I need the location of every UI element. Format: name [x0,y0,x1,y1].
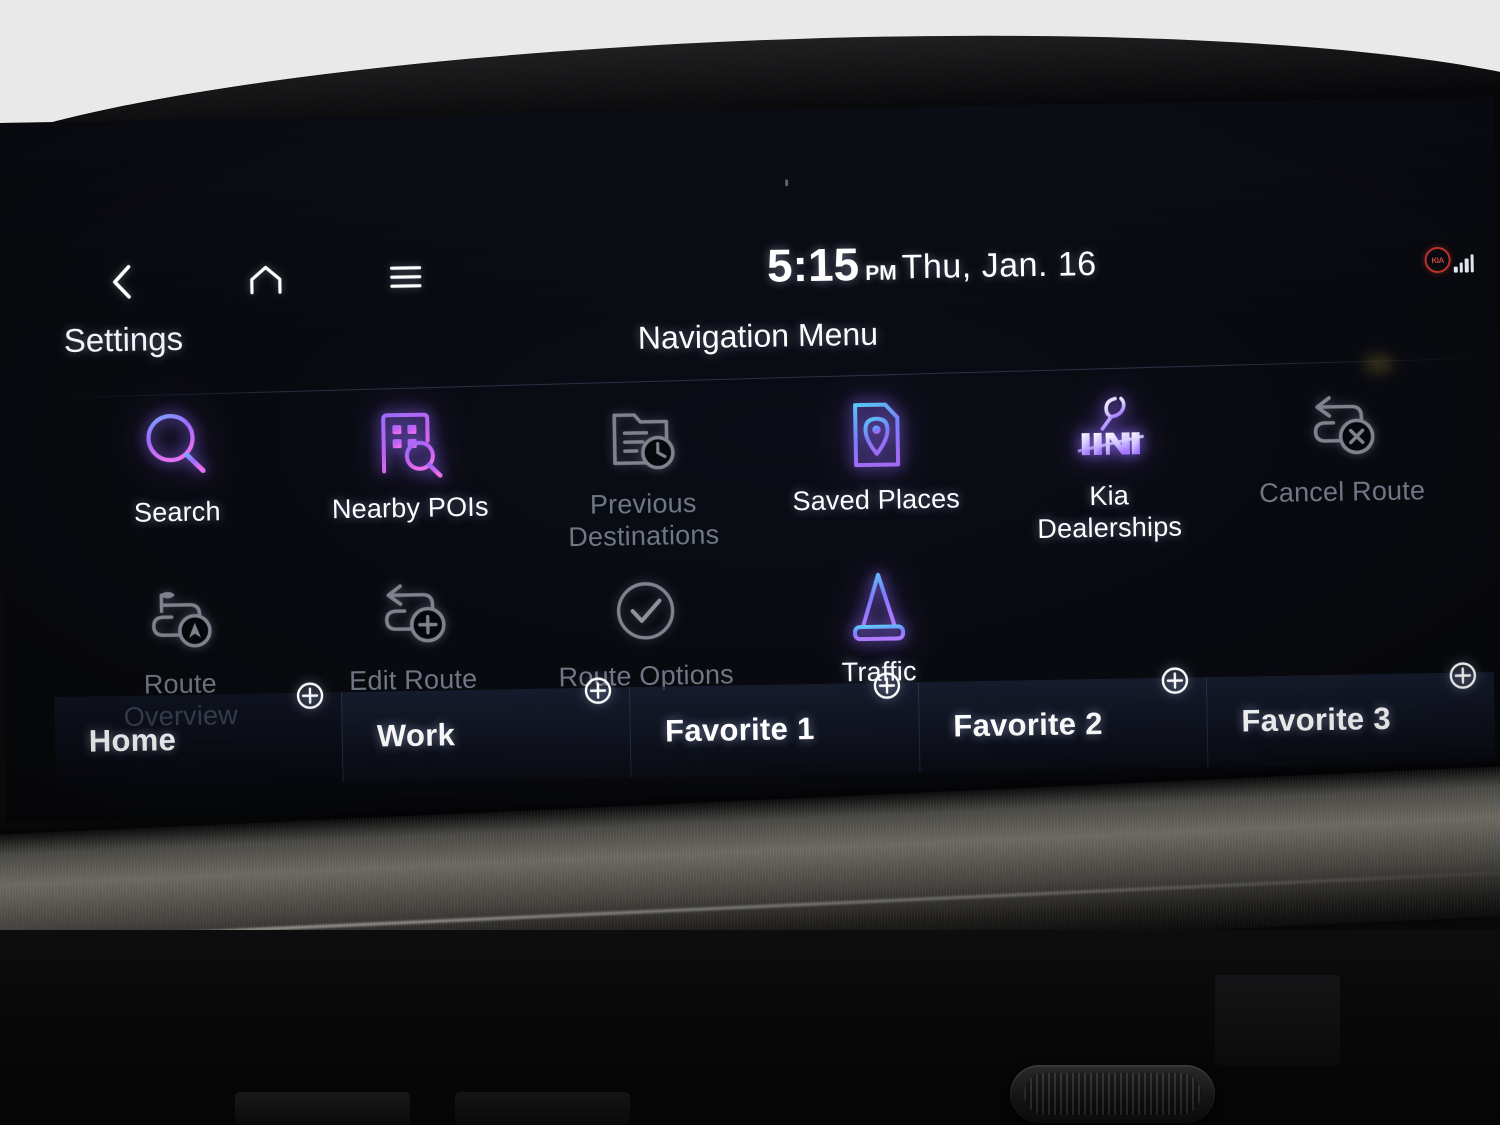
infotainment-screen: 5:15 PM Thu, Jan. 16 KIA Settings Naviga… [0,96,1500,824]
plus-circle-icon[interactable] [1159,665,1190,696]
building-search-icon [366,401,451,484]
menu-item-label: Previous Destinations [568,487,720,553]
menu-item-label: Cancel Route [1258,475,1426,509]
plus-circle-icon[interactable] [583,675,614,706]
grid-row: Search Nearby POIs Previous Destinations… [59,366,1462,562]
route-flag-icon [136,577,221,660]
shortcut-label: Home [88,722,177,759]
menu-item-search[interactable]: Search [59,386,295,562]
menu-item-saved-places[interactable]: Saved Places [758,374,994,550]
menu-item-kia-dealerships[interactable]: Kia Dealerships [991,370,1227,546]
knob-ribs [1024,1073,1201,1115]
signal-bars-icon [1453,254,1474,273]
menu-item-label: Nearby POIs [331,491,489,525]
history-folder-clock-icon [599,397,684,480]
shortcut-label: Work [376,717,456,754]
traffic-cone-icon [835,565,920,648]
check-circle-icon [602,569,687,652]
infotainment-photo: 5:15 PM Thu, Jan. 16 KIA Settings Naviga… [0,0,1500,1125]
plus-circle-icon[interactable] [1448,660,1479,691]
menu-item-label: Search [133,496,221,528]
clock: 5:15 PM [596,236,897,295]
chevron-left-icon [106,263,137,302]
hamburger-menu-icon [389,264,423,291]
shortcut-favorite-2[interactable]: Favorite 2 [917,667,1208,773]
shortcut-home[interactable]: Home [54,682,343,788]
kia-connect-icon: KIA [1424,246,1451,274]
shortcut-favorite-3[interactable]: Favorite 3 [1205,662,1496,768]
plus-circle-icon[interactable] [295,680,326,711]
clock-ampm: PM [865,261,897,285]
back-button[interactable] [92,255,151,308]
route-cancel-icon [1298,385,1383,468]
search-icon [133,405,218,488]
document-map-pin-icon [832,393,917,476]
connectivity-indicator: KIA [1424,246,1474,274]
dust-speck [785,179,789,187]
menu-item-nearby-pois[interactable]: Nearby POIs [292,382,528,558]
menu-button[interactable] [376,250,435,303]
shortcut-favorite-1[interactable]: Favorite 1 [629,672,920,778]
menu-item-label: Kia Dealerships [1037,480,1183,544]
menu-item-label: Saved Places [792,483,961,517]
settings-button[interactable]: Settings [63,320,183,360]
menu-item-previous-destinations[interactable]: Previous Destinations [525,378,761,554]
shortcut-label: Favorite 1 [664,710,815,749]
air-vent-right [455,1092,630,1125]
console-control-knob [1010,1065,1215,1123]
shortcut-label: Favorite 2 [952,705,1104,744]
plus-circle-icon[interactable] [871,670,902,701]
home-icon [246,262,285,297]
date-label: Thu, Jan. 16 [901,244,1097,287]
menu-item-cancel-route[interactable]: Cancel Route [1223,366,1459,542]
clock-time: 5:15 [766,238,860,292]
route-add-icon [369,573,454,656]
shortcut-label: Favorite 3 [1241,700,1392,739]
shortcut-work[interactable]: Work [341,677,631,783]
page-title: Navigation Menu [637,315,879,356]
console-panel [1215,975,1340,1065]
home-button[interactable] [236,253,295,306]
kia-wrench-icon [1062,389,1153,473]
air-vent-left [235,1092,410,1125]
